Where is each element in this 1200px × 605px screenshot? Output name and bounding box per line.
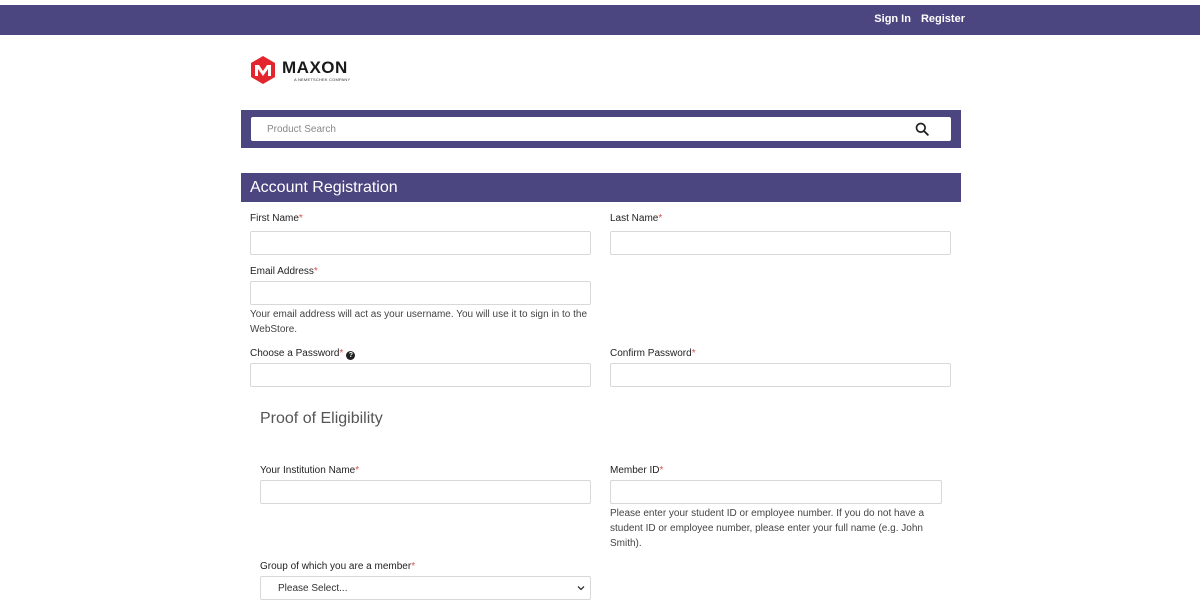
confirm-password-field[interactable] xyxy=(610,363,951,387)
sign-in-link[interactable]: Sign In xyxy=(874,13,911,25)
account-registration-header: Account Registration xyxy=(241,173,961,202)
register-link[interactable]: Register xyxy=(921,13,965,25)
proof-of-eligibility-heading: Proof of Eligibility xyxy=(260,410,383,427)
email-help-text: Your email address will act as your user… xyxy=(250,309,588,335)
maxon-logo[interactable]: MAXON A NEMETSCHEK COMPANY xyxy=(250,55,350,85)
account-links: Sign In Register xyxy=(874,13,965,25)
first-name-field[interactable] xyxy=(250,231,591,255)
institution-field[interactable] xyxy=(260,480,591,504)
password-help-icon[interactable]: ? xyxy=(346,351,356,360)
last-name-field[interactable] xyxy=(610,231,951,255)
password-field[interactable] xyxy=(250,363,591,387)
member-id-label: Member ID* xyxy=(610,465,664,476)
search-box xyxy=(251,117,951,141)
product-search-input[interactable] xyxy=(251,117,891,141)
product-search-bar xyxy=(241,110,961,148)
brand-subtitle: A NEMETSCHEK COMPANY xyxy=(294,76,351,82)
group-select-wrapper: Please Select... xyxy=(260,576,591,600)
group-label: Group of which you are a member* xyxy=(260,561,416,572)
first-name-label: First Name* xyxy=(250,213,303,224)
brand-name: MAXON xyxy=(282,57,348,77)
maxon-hexagon-icon xyxy=(251,56,275,84)
institution-label: Your Institution Name* xyxy=(260,465,360,476)
brand-text: MAXON A NEMETSCHEK COMPANY xyxy=(282,59,350,82)
password-label: Choose a Password*? xyxy=(250,348,356,360)
member-id-help-text: Please enter your student ID or employee… xyxy=(610,508,925,549)
last-name-label: Last Name* xyxy=(610,213,663,224)
confirm-password-label: Confirm Password* xyxy=(610,348,696,359)
email-field[interactable] xyxy=(250,281,591,305)
group-select[interactable]: Please Select... xyxy=(260,576,591,600)
top-nav-bar: Sign In Register xyxy=(0,5,1200,35)
email-label: Email Address* xyxy=(250,266,318,277)
search-icon[interactable] xyxy=(915,122,929,136)
member-id-field[interactable] xyxy=(610,480,942,504)
